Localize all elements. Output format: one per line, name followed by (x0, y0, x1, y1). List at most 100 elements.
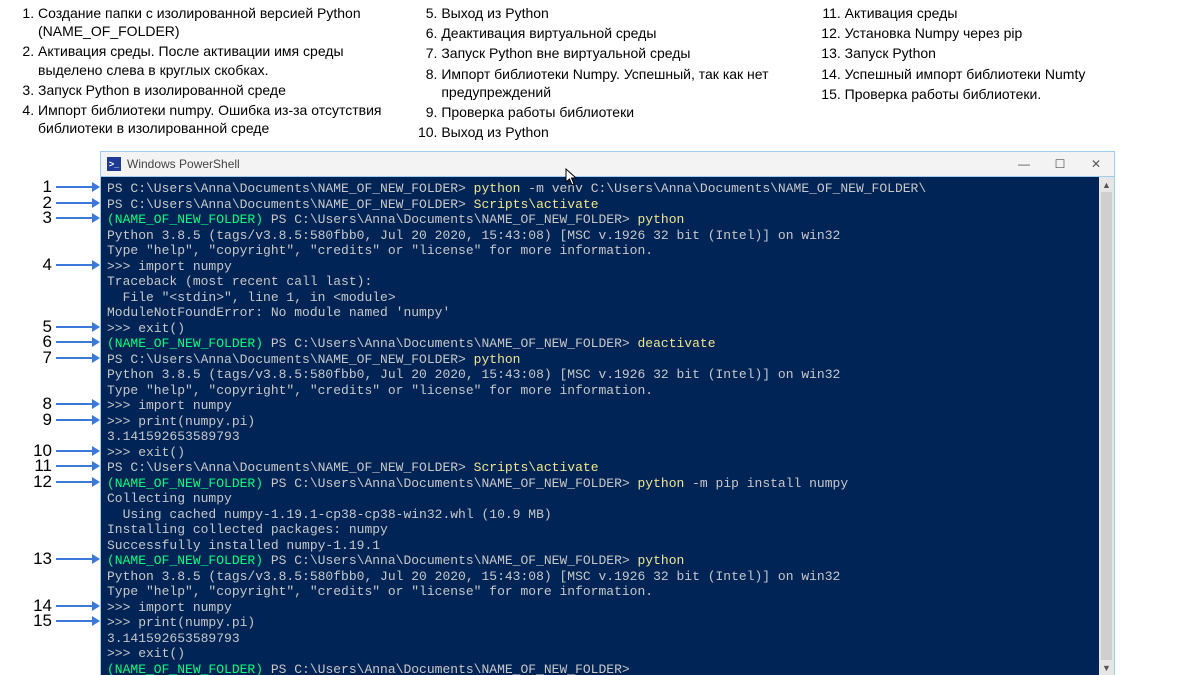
step-item: Проверка работы библиотеки (441, 103, 786, 121)
annotation-arrow: 7 (30, 348, 100, 368)
annotation-arrow: 13 (30, 549, 100, 569)
terminal-text-segment: (NAME_OF_NEW_FOLDER) (107, 553, 263, 568)
terminal-text-segment: Python 3.8.5 (tags/v3.8.5:580fbb0, Jul 2… (107, 367, 840, 382)
step-item: Выход из Python (441, 123, 786, 141)
step-item: Установка Numpy через pip (845, 24, 1190, 42)
terminal-text-segment: python (638, 553, 685, 568)
terminal-text-segment: (NAME_OF_NEW_FOLDER) (107, 476, 263, 491)
terminal-line: 3.141592653589793 (107, 631, 1093, 647)
terminal-text-segment: Collecting numpy (107, 491, 232, 506)
annotation-arrow: 3 (30, 208, 100, 228)
annotation-number: 7 (30, 348, 52, 368)
terminal-text-segment: PS C:\Users\Anna\Documents\NAME_OF_NEW_F… (107, 181, 474, 196)
arrow-icon (56, 211, 100, 225)
steps-list-3: Активация средыУстановка Numpy через pip… (817, 4, 1190, 103)
terminal-text-segment: Using cached numpy-1.19.1-cp38-cp38-win3… (107, 507, 552, 522)
terminal-text-segment: PS C:\Users\Anna\Documents\NAME_OF_NEW_F… (107, 460, 474, 475)
annotation-arrow: 4 (30, 255, 100, 275)
arrow-icon (56, 614, 100, 628)
scroll-track[interactable] (1099, 192, 1114, 660)
terminal-text-segment: 3.141592653589793 (107, 631, 240, 646)
step-item: Успешный импорт библиотеки Numty (845, 65, 1190, 83)
terminal-line: Using cached numpy-1.19.1-cp38-cp38-win3… (107, 507, 1093, 523)
maximize-button[interactable]: ☐ (1042, 152, 1078, 176)
step-item: Запуск Python (845, 44, 1190, 62)
instructions-col-2: Выход из Python Деактивация виртуальной с… (413, 4, 786, 143)
powershell-window: 123456789101112131415 >_ Windows PowerSh… (100, 151, 1115, 675)
terminal-text-segment: >>> import numpy (107, 259, 232, 274)
step-item: Деактивация виртуальной среды (441, 24, 786, 42)
step-item: Создание папки с изолированной версией P… (38, 4, 383, 40)
terminal-text-segment: Type "help", "copyright", "credits" or "… (107, 584, 653, 599)
terminal-line: PS C:\Users\Anna\Documents\NAME_OF_NEW_F… (107, 181, 1093, 197)
terminal-line: (NAME_OF_NEW_FOLDER) PS C:\Users\Anna\Do… (107, 662, 1093, 675)
terminal-text-segment: Installing collected packages: numpy (107, 522, 388, 537)
terminal-text-segment: PS C:\Users\Anna\Documents\NAME_OF_NEW_F… (107, 352, 474, 367)
terminal-line: PS C:\Users\Anna\Documents\NAME_OF_NEW_F… (107, 460, 1093, 476)
annotation-number: 15 (30, 611, 52, 631)
terminal-text-segment: -m pip install numpy (684, 476, 848, 491)
annotation-arrow: 9 (30, 410, 100, 430)
terminal-text-segment: python (474, 181, 521, 196)
terminal-text-segment: python (474, 352, 521, 367)
annotation-number: 12 (30, 472, 52, 492)
terminal-text-segment: (NAME_OF_NEW_FOLDER) (107, 662, 263, 675)
close-button[interactable]: ✕ (1078, 152, 1114, 176)
terminal-text-segment: >>> import numpy (107, 398, 232, 413)
terminal-line: >>> import numpy (107, 600, 1093, 616)
window-title: Windows PowerShell (127, 157, 1006, 171)
scroll-thumb[interactable] (1101, 192, 1112, 660)
terminal-line: File "<stdin>", line 1, in <module> (107, 290, 1093, 306)
step-item: Запуск Python в изолированной среде (38, 81, 383, 99)
terminal-text-segment: 3.141592653589793 (107, 429, 240, 444)
terminal-output[interactable]: PS C:\Users\Anna\Documents\NAME_OF_NEW_F… (101, 177, 1099, 675)
terminal-line: (NAME_OF_NEW_FOLDER) PS C:\Users\Anna\Do… (107, 476, 1093, 492)
terminal-line: (NAME_OF_NEW_FOLDER) PS C:\Users\Anna\Do… (107, 212, 1093, 228)
scroll-down-icon[interactable]: ▼ (1099, 660, 1114, 675)
terminal-text-segment: Type "help", "copyright", "credits" or "… (107, 243, 653, 258)
minimize-button[interactable]: — (1006, 152, 1042, 176)
terminal-text-segment: File "<stdin>", line 1, in <module> (107, 290, 396, 305)
terminal-text-segment: Scripts\activate (474, 460, 599, 475)
arrow-icon (56, 351, 100, 365)
instructions-col-3: Активация средыУстановка Numpy через pip… (817, 4, 1190, 143)
terminal-text-segment: PS C:\Users\Anna\Documents\NAME_OF_NEW_F… (263, 336, 637, 351)
arrow-icon (56, 552, 100, 566)
step-item: Выход из Python (441, 4, 786, 22)
terminal-text-segment: (NAME_OF_NEW_FOLDER) (107, 212, 263, 227)
terminal-line: >>> exit() (107, 445, 1093, 461)
terminal-text-segment: Scripts\activate (474, 197, 599, 212)
scroll-up-icon[interactable]: ▲ (1099, 177, 1114, 192)
terminal-text-segment: PS C:\Users\Anna\Documents\NAME_OF_NEW_F… (107, 197, 474, 212)
annotation-number: 9 (30, 410, 52, 430)
step-item: Импорт библиотеки Numpy. Успешный, так к… (441, 65, 786, 101)
terminal-line: (NAME_OF_NEW_FOLDER) PS C:\Users\Anna\Do… (107, 553, 1093, 569)
terminal-text-segment: PS C:\Users\Anna\Documents\NAME_OF_NEW_F… (263, 553, 637, 568)
step-item: Импорт библиотеки numpy. Ошибка из-за от… (38, 101, 383, 137)
terminal-line: ModuleNotFoundError: No module named 'nu… (107, 305, 1093, 321)
terminal-text-segment: >>> exit() (107, 445, 185, 460)
terminal-text-segment: >>> print(numpy.pi) (107, 615, 255, 630)
terminal-text-segment: Traceback (most recent call last): (107, 274, 372, 289)
terminal-text-segment: (NAME_OF_NEW_FOLDER) (107, 336, 263, 351)
terminal-body: PS C:\Users\Anna\Documents\NAME_OF_NEW_F… (100, 176, 1115, 675)
terminal-text-segment: >>> import numpy (107, 600, 232, 615)
step-item: Запуск Python вне виртуальной среды (441, 44, 786, 62)
step-item: Проверка работы библиотеки. (845, 85, 1190, 103)
window-titlebar[interactable]: >_ Windows PowerShell — ☐ ✕ (100, 151, 1115, 176)
terminal-text-segment: python (638, 212, 685, 227)
terminal-line: Installing collected packages: numpy (107, 522, 1093, 538)
terminal-text-segment: PS C:\Users\Anna\Documents\NAME_OF_NEW_F… (263, 212, 637, 227)
terminal-text-segment: >>> exit() (107, 321, 185, 336)
terminal-text-segment: >>> exit() (107, 646, 185, 661)
instructions-columns: Создание папки с изолированной версией P… (0, 0, 1200, 145)
terminal-line: Python 3.8.5 (tags/v3.8.5:580fbb0, Jul 2… (107, 228, 1093, 244)
terminal-line: >>> import numpy (107, 398, 1093, 414)
terminal-line: 3.141592653589793 (107, 429, 1093, 445)
terminal-text-segment: PS C:\Users\Anna\Documents\NAME_OF_NEW_F… (263, 662, 630, 675)
terminal-line: Successfully installed numpy-1.19.1 (107, 538, 1093, 554)
terminal-line: >>> exit() (107, 321, 1093, 337)
terminal-text-segment: Python 3.8.5 (tags/v3.8.5:580fbb0, Jul 2… (107, 228, 840, 243)
annotation-number: 4 (30, 255, 52, 275)
vertical-scrollbar[interactable]: ▲ ▼ (1099, 177, 1114, 675)
